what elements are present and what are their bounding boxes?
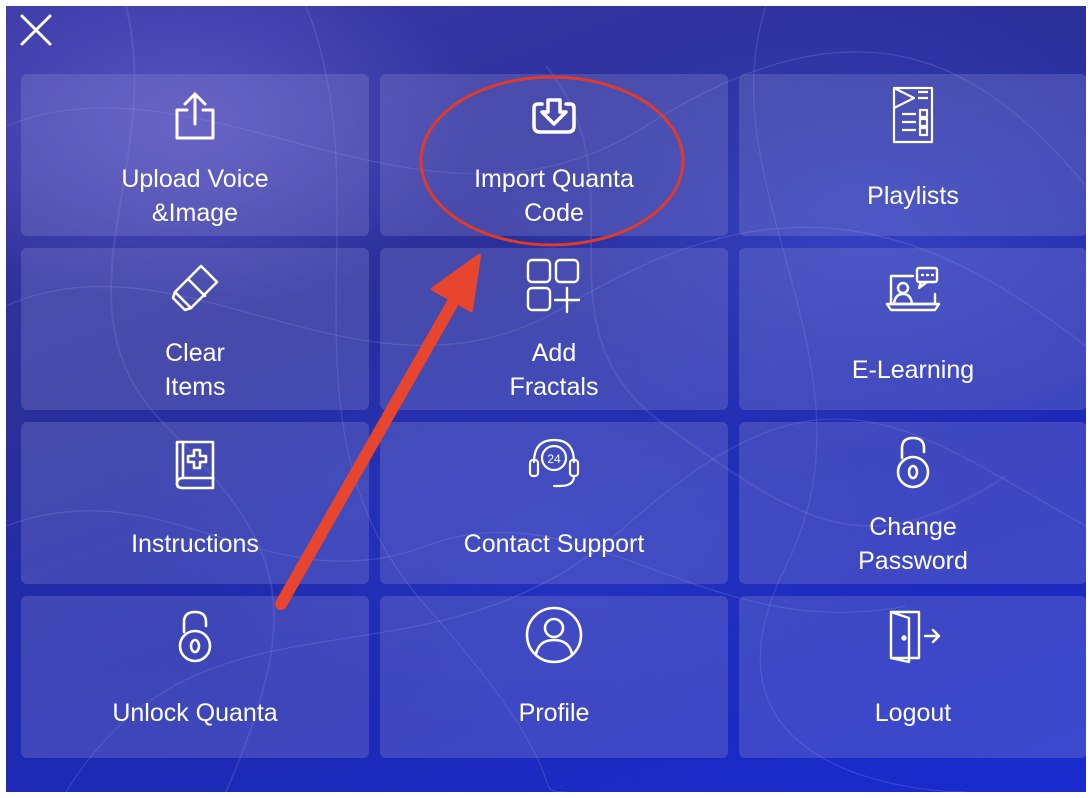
- logout-label: Logout: [874, 699, 952, 727]
- profile-button[interactable]: Profile: [380, 596, 728, 758]
- user-circle-icon: [523, 604, 585, 666]
- eraser-icon: [167, 260, 223, 316]
- elearning-icon: [883, 264, 943, 314]
- clear-items-label: Clear Items: [164, 339, 226, 401]
- logout-button[interactable]: Logout: [739, 596, 1086, 758]
- contact-support-label: Contact Support: [463, 530, 645, 558]
- support-24-headset-icon: 24: [524, 432, 584, 492]
- playlists-label: Playlists: [867, 182, 959, 210]
- book-medical-icon: [167, 434, 223, 490]
- svg-text:24: 24: [547, 452, 561, 466]
- import-quanta-code-label: Import Quanta Code: [474, 165, 634, 227]
- playlist-icon: [882, 84, 944, 146]
- import-download-icon: [526, 88, 582, 144]
- add-fractals-label: Add Fractals: [509, 339, 599, 401]
- e-learning-label: E-Learning: [851, 356, 975, 384]
- unlock-quanta-label: Unlock Quanta: [112, 699, 278, 727]
- add-grid-icon: [524, 256, 584, 316]
- playlists-button[interactable]: Playlists: [739, 74, 1086, 236]
- instructions-label: Instructions: [131, 530, 259, 558]
- menu-screen: Upload Voice &Image Import Quanta Code P…: [6, 6, 1086, 792]
- close-icon: [20, 14, 52, 46]
- instructions-button[interactable]: Instructions: [21, 422, 369, 584]
- import-quanta-code-button[interactable]: Import Quanta Code: [380, 74, 728, 236]
- unlock-quanta-button[interactable]: Unlock Quanta: [21, 596, 369, 758]
- clear-items-button[interactable]: Clear Items: [21, 248, 369, 410]
- change-password-button[interactable]: Change Password: [739, 422, 1086, 584]
- upload-icon: [167, 88, 223, 144]
- padlock-icon: [170, 606, 220, 666]
- close-button[interactable]: [16, 10, 56, 50]
- upload-voice-image-label: Upload Voice &Image: [121, 165, 269, 227]
- contact-support-button[interactable]: 24 Contact Support: [380, 422, 728, 584]
- e-learning-button[interactable]: E-Learning: [739, 248, 1086, 410]
- change-password-label: Change Password: [858, 513, 968, 575]
- add-fractals-button[interactable]: Add Fractals: [380, 248, 728, 410]
- upload-voice-image-button[interactable]: Upload Voice &Image: [21, 74, 369, 236]
- profile-label: Profile: [518, 699, 590, 727]
- padlock-icon: [888, 432, 938, 492]
- door-exit-icon: [883, 606, 943, 664]
